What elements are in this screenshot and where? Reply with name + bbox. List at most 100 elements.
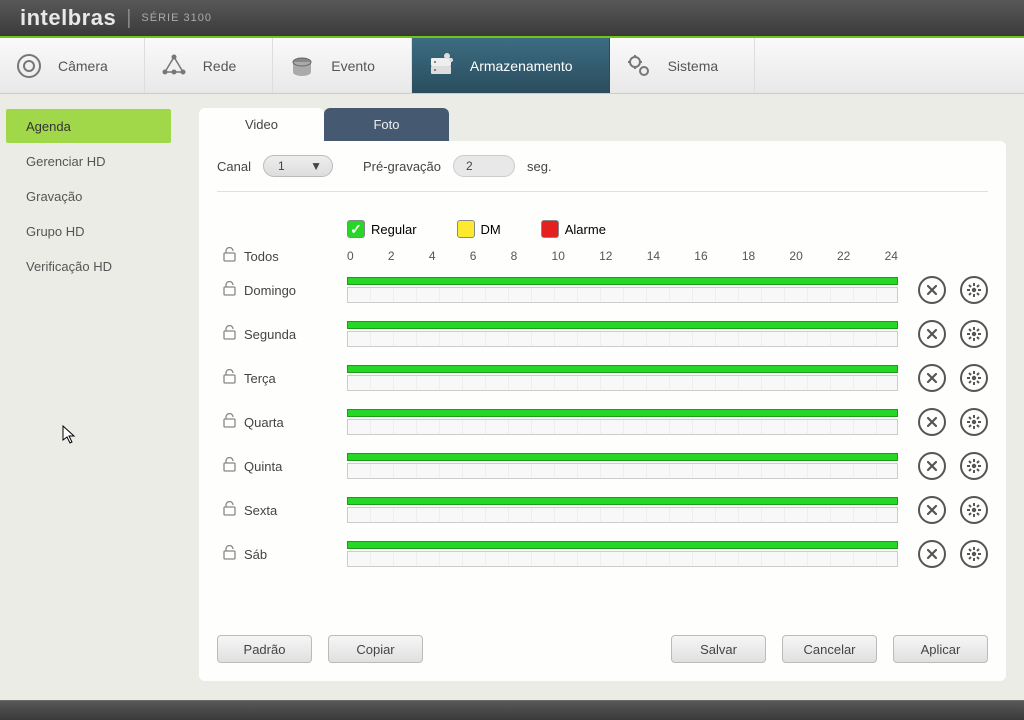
pregrav-input[interactable]: 2 xyxy=(453,155,515,177)
network-icon xyxy=(159,52,189,80)
tab-label: Foto xyxy=(373,117,399,132)
legend-label: Regular xyxy=(371,222,417,237)
salvar-button[interactable]: Salvar xyxy=(671,635,766,663)
day-row: Segunda xyxy=(217,312,988,356)
lock-icon[interactable] xyxy=(223,501,236,519)
schedule-grid[interactable] xyxy=(347,331,898,347)
legend-regular[interactable]: ✓ Regular xyxy=(347,220,417,238)
topbar: intelbras | SÉRIE 3100 xyxy=(0,0,1024,38)
checkbox-dm[interactable] xyxy=(457,220,475,238)
schedule-fill-regular xyxy=(347,497,898,505)
nav-label: Evento xyxy=(331,58,375,74)
settings-button[interactable] xyxy=(960,364,988,392)
delete-button[interactable] xyxy=(918,320,946,348)
schedule-grid[interactable] xyxy=(347,419,898,435)
legend-label: DM xyxy=(481,222,501,237)
day-label: Segunda xyxy=(244,327,296,342)
btn-label: Cancelar xyxy=(803,642,855,657)
nav-event[interactable]: Evento xyxy=(273,38,412,93)
sidebar-item-agenda[interactable]: Agenda xyxy=(6,109,171,143)
delete-button[interactable] xyxy=(918,496,946,524)
schedule-grid[interactable] xyxy=(347,463,898,479)
legend-alarme[interactable]: Alarme xyxy=(541,220,606,238)
settings-button[interactable] xyxy=(960,408,988,436)
hour-tick: 20 xyxy=(789,249,802,263)
schedule-fill-regular xyxy=(347,453,898,461)
schedule-bar[interactable] xyxy=(347,365,898,391)
canal-value: 1 xyxy=(278,159,285,173)
hour-tick: 18 xyxy=(742,249,755,263)
tab-label: Video xyxy=(245,117,278,132)
day-row: Domingo xyxy=(217,268,988,312)
sidebar: Agenda Gerenciar HD Gravação Grupo HD Ve… xyxy=(0,94,177,700)
canal-select[interactable]: 1 ▼ xyxy=(263,155,333,177)
delete-button[interactable] xyxy=(918,408,946,436)
day-label: Domingo xyxy=(244,283,296,298)
lock-icon[interactable] xyxy=(223,325,236,343)
checkbox-regular[interactable]: ✓ xyxy=(347,220,365,238)
nav-label: Armazenamento xyxy=(470,58,573,74)
schedule-bar[interactable] xyxy=(347,497,898,523)
brand-separator: | xyxy=(126,7,131,30)
nav-storage[interactable]: Armazenamento xyxy=(412,38,610,93)
aplicar-button[interactable]: Aplicar xyxy=(893,635,988,663)
tab-foto[interactable]: Foto xyxy=(324,108,449,141)
cancelar-button[interactable]: Cancelar xyxy=(782,635,877,663)
schedule-bar[interactable] xyxy=(347,541,898,567)
settings-button[interactable] xyxy=(960,276,988,304)
nav-network[interactable]: Rede xyxy=(145,38,273,93)
schedule-bar[interactable] xyxy=(347,321,898,347)
camera-icon xyxy=(14,52,44,80)
sidebar-label: Verificação HD xyxy=(26,259,112,274)
delete-button[interactable] xyxy=(918,540,946,568)
schedule-grid[interactable] xyxy=(347,287,898,303)
nav-system[interactable]: Sistema xyxy=(610,38,756,93)
day-label: Terça xyxy=(244,371,276,386)
sidebar-label: Gravação xyxy=(26,189,82,204)
copiar-button[interactable]: Copiar xyxy=(328,635,423,663)
schedule-bar[interactable] xyxy=(347,409,898,435)
hour-tick: 8 xyxy=(511,249,518,263)
settings-button[interactable] xyxy=(960,496,988,524)
canal-label: Canal xyxy=(217,159,251,174)
series-label: SÉRIE 3100 xyxy=(141,12,212,24)
btn-label: Copiar xyxy=(356,642,394,657)
settings-button[interactable] xyxy=(960,452,988,480)
nav-label: Sistema xyxy=(668,58,719,74)
lock-icon[interactable] xyxy=(223,413,236,431)
padrao-button[interactable]: Padrão xyxy=(217,635,312,663)
btn-label: Salvar xyxy=(700,642,737,657)
pregrav-unit: seg. xyxy=(527,159,552,174)
sidebar-item-grupo-hd[interactable]: Grupo HD xyxy=(6,214,171,248)
btn-label: Padrão xyxy=(244,642,286,657)
lock-icon[interactable] xyxy=(223,457,236,475)
schedule-grid[interactable] xyxy=(347,507,898,523)
nav-camera[interactable]: Câmera xyxy=(0,38,145,93)
schedule-bar[interactable] xyxy=(347,277,898,303)
legend-dm[interactable]: DM xyxy=(457,220,501,238)
delete-button[interactable] xyxy=(918,276,946,304)
settings-button[interactable] xyxy=(960,540,988,568)
hour-tick: 16 xyxy=(694,249,707,263)
pregrav-label: Pré-gravação xyxy=(363,159,441,174)
lock-icon[interactable] xyxy=(223,369,236,387)
event-icon xyxy=(287,52,317,80)
tab-video[interactable]: Video xyxy=(199,108,324,141)
checkbox-alarme[interactable] xyxy=(541,220,559,238)
sidebar-item-verificacao-hd[interactable]: Verificação HD xyxy=(6,249,171,283)
sidebar-label: Agenda xyxy=(26,119,71,134)
lock-icon[interactable] xyxy=(223,545,236,563)
schedule-bar[interactable] xyxy=(347,453,898,479)
settings-button[interactable] xyxy=(960,320,988,348)
schedule-grid[interactable] xyxy=(347,375,898,391)
sidebar-item-gravacao[interactable]: Gravação xyxy=(6,179,171,213)
day-label: Quarta xyxy=(244,415,284,430)
lock-icon[interactable] xyxy=(223,247,236,265)
schedule-fill-regular xyxy=(347,365,898,373)
schedule-grid[interactable] xyxy=(347,551,898,567)
delete-button[interactable] xyxy=(918,364,946,392)
sidebar-item-gerenciar-hd[interactable]: Gerenciar HD xyxy=(6,144,171,178)
delete-button[interactable] xyxy=(918,452,946,480)
lock-icon[interactable] xyxy=(223,281,236,299)
day-row: Quinta xyxy=(217,444,988,488)
